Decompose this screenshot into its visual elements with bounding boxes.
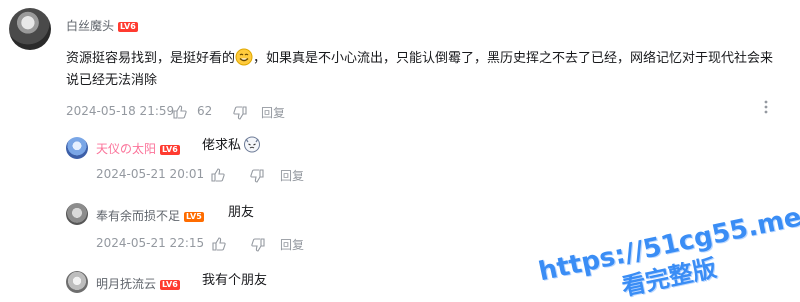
comment-text-part1: 资源挺容易找到，是挺好看的	[66, 51, 236, 66]
reply-timestamp: 2024-05-21 20:01	[96, 167, 205, 181]
reply-text: 我有个朋友	[202, 273, 268, 288]
reply-button[interactable]: 回复	[280, 167, 304, 184]
username-text[interactable]: 白丝魔头	[66, 19, 114, 33]
level-badge: LV6	[118, 21, 138, 32]
reply-username[interactable]: 奉有余而损不足 LV5	[96, 207, 204, 224]
level-badge: LV5	[184, 211, 204, 222]
level-badge: LV6	[160, 144, 180, 155]
like-count: 62	[197, 104, 213, 118]
comment-content: 资源挺容易找到，是挺好看的 ，如果真是不小心流出，只能认倒霉了，黑历史挥之不去了已…	[66, 48, 786, 92]
reply-content: 朋友	[228, 202, 254, 224]
like-icon[interactable]	[173, 105, 187, 119]
reply-username[interactable]: 明月抚流云 LV6	[96, 275, 180, 292]
reply-username-text[interactable]: 明月抚流云	[96, 277, 156, 291]
reply-avatar[interactable]	[66, 203, 88, 225]
dislike-icon[interactable]	[251, 238, 265, 252]
reply-username-text[interactable]: 奉有余而损不足	[96, 209, 180, 223]
reply-timestamp: 2024-05-21 22:15	[96, 236, 205, 250]
reply-button[interactable]: 回复	[280, 236, 304, 253]
reply-avatar[interactable]	[66, 271, 88, 293]
smile-emoji-icon	[235, 48, 253, 66]
reply-avatar[interactable]	[66, 137, 88, 159]
username[interactable]: 白丝魔头 LV6	[66, 17, 138, 34]
reply-button[interactable]: 回复	[261, 104, 285, 121]
avatar[interactable]	[9, 8, 51, 50]
reply-text: 朋友	[228, 205, 255, 220]
reply-username[interactable]: 天仪の太阳 LV6	[96, 140, 180, 157]
like-icon[interactable]	[211, 168, 225, 182]
doge-emoji-icon	[243, 135, 261, 153]
timestamp: 2024-05-18 21:59	[66, 104, 175, 118]
reply-username-text[interactable]: 天仪の太阳	[96, 142, 156, 156]
reply-content: 我有个朋友	[202, 270, 267, 292]
dislike-icon[interactable]	[250, 169, 264, 183]
like-icon[interactable]	[212, 237, 226, 251]
level-badge: LV6	[160, 279, 180, 290]
dislike-icon[interactable]	[233, 106, 247, 120]
reply-text: 佬求私	[202, 138, 242, 153]
reply-content: 佬求私	[202, 135, 261, 157]
comment-meta: 2024-05-18 21:59	[66, 104, 174, 118]
more-icon[interactable]	[764, 100, 768, 118]
